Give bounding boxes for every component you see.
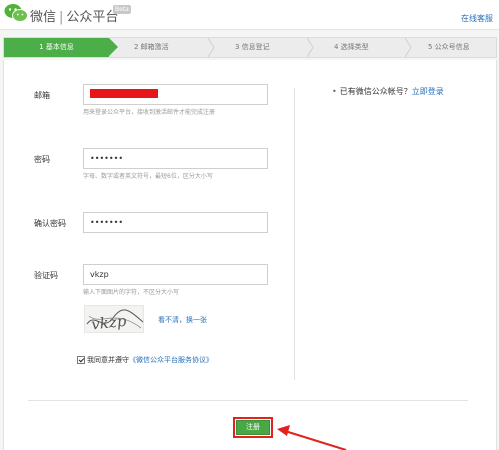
captcha-input[interactable]: vkzp	[83, 264, 268, 285]
step-choose-type: 4 选择类型	[334, 43, 369, 51]
existing-account-question: 已有微信公众帐号？	[339, 87, 412, 96]
platform-name: 公众平台	[66, 10, 119, 25]
bullet-icon: •	[332, 87, 337, 96]
step-info-registration: 3 信息登记	[235, 43, 270, 51]
horizontal-divider	[28, 400, 468, 401]
agreement-checkbox[interactable]	[77, 356, 85, 364]
refresh-captcha-link[interactable]: 看不清，换一张	[158, 315, 207, 325]
confirm-password-field[interactable]: •••••••	[83, 212, 268, 233]
step-separator-icon	[404, 38, 412, 57]
vertical-divider	[294, 88, 295, 380]
captcha-label: 验证码	[34, 271, 58, 280]
agreement-row: 我同意并遵守《微信公众平台服务协议》	[77, 355, 213, 365]
captcha-text: vkzp	[90, 312, 127, 334]
registration-steps: 1 基本信息 2 邮箱激活 3 信息登记 4 选择类型 5 公众号信息	[3, 37, 497, 58]
brand-name: 微信	[30, 10, 57, 25]
service-agreement-link[interactable]: 《微信公众平台服务协议》	[129, 356, 213, 364]
top-header: 微信 | 公众平台 Beta 在线客服	[0, 0, 499, 30]
email-field[interactable]	[83, 84, 268, 105]
step-account-info: 5 公众号信息	[428, 43, 470, 51]
password-hint: 字母、数字或者英文符号，最短6位，区分大小写	[83, 173, 213, 180]
captcha-hint: 输入下面图片的字符，不区分大小写	[83, 289, 180, 296]
online-help-link[interactable]: 在线客服	[461, 13, 493, 24]
wechat-logo-icon	[4, 4, 28, 22]
step-email-activation: 2 邮箱激活	[134, 43, 169, 51]
existing-account-prompt: • 已有微信公众帐号？立即登录	[332, 86, 444, 97]
agreement-prefix: 我同意并遵守	[87, 356, 129, 364]
captcha-image[interactable]: vkzp	[84, 305, 144, 333]
password-field[interactable]: •••••••	[83, 148, 268, 169]
confirm-password-label: 确认密码	[34, 219, 66, 228]
email-hint: 用来登录公众平台，接收到激活邮件才能完成注册	[83, 109, 216, 116]
step-separator-icon	[207, 38, 215, 57]
register-button[interactable]: 注册	[233, 417, 273, 438]
form-panel	[3, 60, 497, 450]
step-active-arrow	[109, 38, 118, 56]
password-label: 密码	[34, 155, 50, 164]
brand-separator: |	[59, 10, 64, 25]
login-now-link[interactable]: 立即登录	[412, 87, 444, 96]
email-label: 邮箱	[34, 91, 50, 100]
beta-badge: Beta	[113, 5, 131, 14]
step-basic-info: 1 基本信息	[4, 38, 109, 57]
step-separator-icon	[306, 38, 314, 57]
redaction-mark	[90, 89, 158, 98]
brand-title: 微信 | 公众平台	[30, 6, 118, 25]
captcha-image-graphic: vkzp	[86, 309, 144, 334]
